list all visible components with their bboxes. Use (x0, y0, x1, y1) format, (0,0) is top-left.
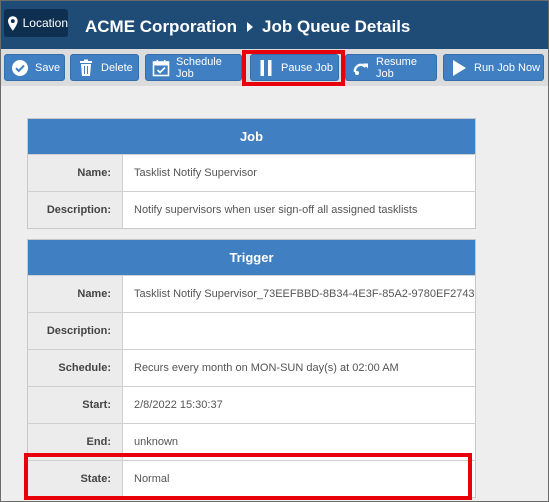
trigger-row-description: Description: (28, 312, 475, 349)
job-panel-title: Job (28, 119, 475, 154)
breadcrumb-company[interactable]: ACME Corporation (85, 17, 237, 37)
trigger-row-start: Start: 2/8/2022 15:30:37 (28, 386, 475, 423)
run-job-now-label: Run Job Now (474, 61, 541, 74)
play-icon (453, 59, 466, 76)
trash-icon (80, 59, 92, 76)
run-job-now-button[interactable]: Run Job Now (443, 54, 544, 81)
highlight-state-row (24, 453, 472, 500)
check-circle-icon (12, 59, 28, 76)
resume-job-button[interactable]: Resume Job (345, 54, 437, 81)
resume-job-label: Resume Job (376, 55, 417, 80)
location-button[interactable]: Location (4, 9, 68, 37)
breadcrumb-page: Job Queue Details (262, 17, 411, 36)
trigger-row-schedule: Schedule: Recurs every month on MON-SUN … (28, 349, 475, 386)
highlight-pause-button (242, 50, 345, 86)
delete-label: Delete (101, 61, 133, 74)
breadcrumb: ACME Corporation Job Queue Details (85, 17, 410, 37)
row-value: 2/8/2022 15:30:37 (134, 399, 223, 411)
map-pin-icon (8, 15, 18, 31)
save-button[interactable]: Save (4, 54, 65, 81)
save-label: Save (35, 61, 61, 74)
redo-icon (353, 63, 368, 75)
row-label: Name: (28, 155, 123, 191)
row-label: Description: (28, 313, 123, 349)
calendar-check-icon (152, 59, 170, 76)
schedule-job-label: Schedule Job (176, 55, 222, 80)
trigger-panel-title: Trigger (28, 240, 475, 275)
chevron-right-icon (247, 22, 254, 32)
app-header: Location ACME Corporation Job Queue Deta… (1, 1, 548, 49)
job-row-description: Description: Notify supervisors when use… (28, 191, 475, 228)
delete-button[interactable]: Delete (70, 54, 139, 81)
trigger-row-name: Name: Tasklist Notify Supervisor_73EEFBB… (28, 275, 475, 312)
row-label: Description: (28, 192, 123, 228)
row-value: Notify supervisors when user sign-off al… (134, 204, 418, 216)
row-value: Recurs every month on MON-SUN day(s) at … (134, 362, 399, 374)
schedule-job-button[interactable]: Schedule Job (145, 54, 242, 81)
row-value: Tasklist Notify Supervisor_73EEFBBD-8B34… (134, 288, 475, 300)
job-panel: Job Name: Tasklist Notify Supervisor Des… (27, 118, 476, 229)
row-label: Name: (28, 276, 123, 312)
location-label: Location (22, 16, 68, 30)
main-content: Job Name: Tasklist Notify Supervisor Des… (1, 86, 548, 501)
job-row-name: Name: Tasklist Notify Supervisor (28, 154, 475, 191)
row-value: Tasklist Notify Supervisor (134, 167, 257, 179)
row-value (123, 313, 475, 349)
row-label: Schedule: (28, 350, 123, 386)
row-label: Start: (28, 387, 123, 423)
